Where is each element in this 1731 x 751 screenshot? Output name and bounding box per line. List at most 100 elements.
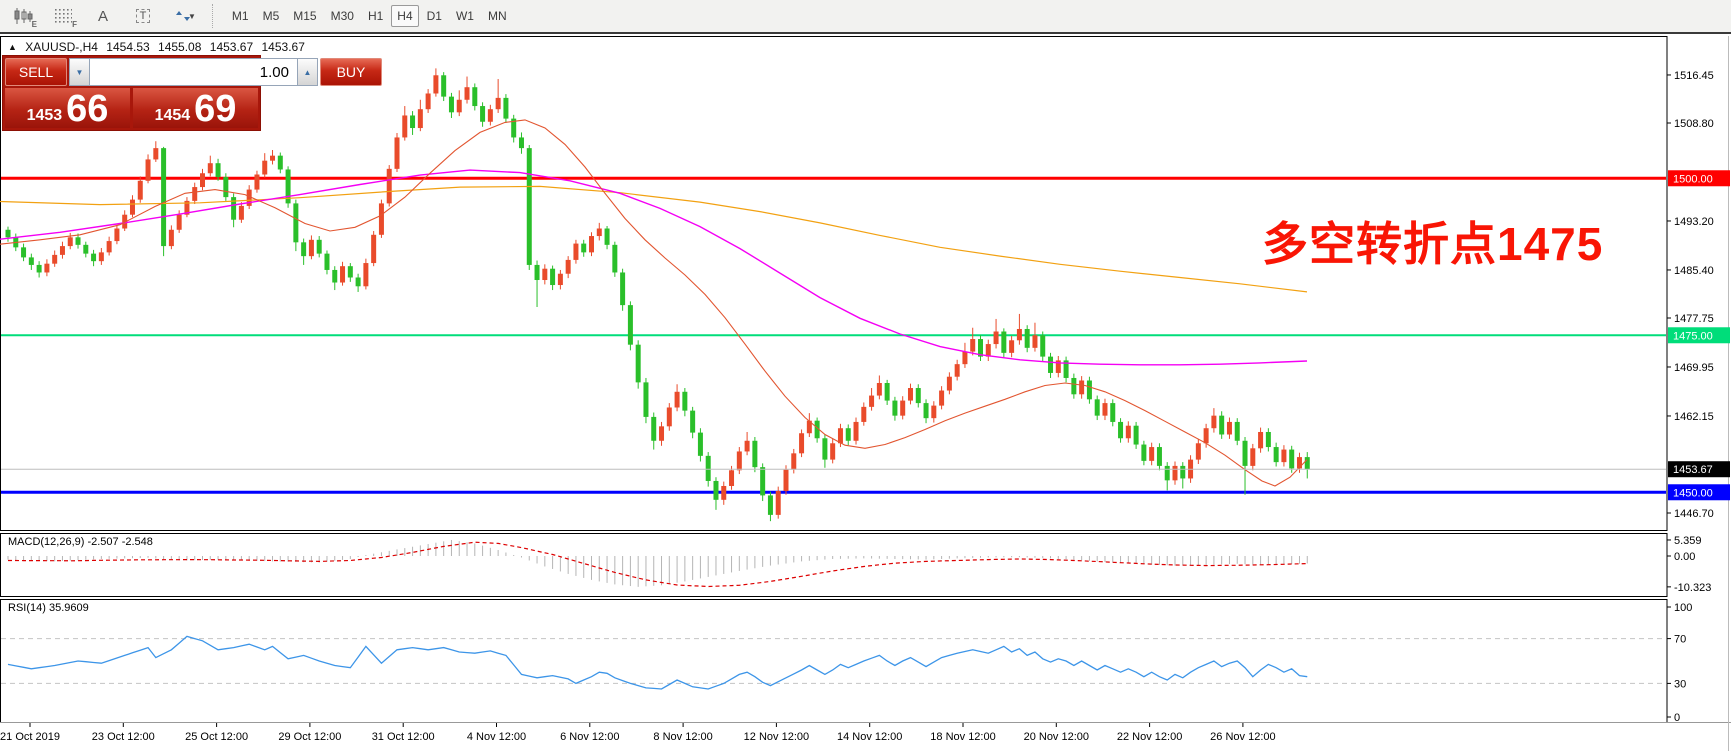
timeframe-button-w1[interactable]: W1 (450, 5, 480, 27)
candle (1180, 462, 1185, 488)
candle (815, 418, 820, 443)
font-icon[interactable]: A (90, 5, 116, 27)
chart-window[interactable]: 1500.001475.001450.001453.671516.451508.… (0, 36, 1731, 751)
candle (433, 68, 438, 96)
rsi-panel: 10070300 (1, 602, 1692, 724)
toolbar: EFAT ▼ M1M5M15M30H1H4D1W1MN (0, 0, 1731, 34)
one-click-trading-panel: SELL ▼ ▲ BUY 1453 66 1454 69 (2, 55, 261, 131)
candle (1219, 411, 1224, 439)
price-axis-label: 1477.75 (1674, 313, 1714, 325)
volume-stepper: ▼ ▲ (69, 58, 318, 86)
volume-input[interactable] (90, 58, 297, 86)
buy-button[interactable]: BUY (320, 58, 382, 86)
candle (978, 335, 983, 361)
candle (527, 145, 532, 270)
candle (908, 384, 913, 405)
bid-price-display[interactable]: 1453 66 (5, 88, 130, 128)
candle (379, 200, 384, 238)
candle (550, 266, 555, 290)
date-axis-label: 8 Nov 12:00 (653, 731, 712, 743)
ask-price-small: 1454 (155, 106, 191, 125)
candle (581, 240, 586, 257)
chart-canvas[interactable]: 1500.001475.001450.001453.671516.451508.… (0, 36, 1731, 751)
candle (340, 262, 345, 286)
symbol-label: XAUUSD-,H4 (25, 40, 98, 54)
charts-icon[interactable]: E (10, 5, 36, 27)
candle (278, 153, 283, 174)
candle (612, 242, 617, 277)
candle (768, 492, 773, 522)
high-value: 1455.08 (158, 40, 201, 54)
candle (146, 154, 151, 183)
candle (21, 244, 26, 262)
bid-price-big: 66 (66, 94, 108, 125)
candle (573, 240, 578, 264)
candle (387, 165, 392, 206)
candle (558, 270, 563, 289)
timeframe-buttons: M1M5M15M30H1H4D1W1MN (226, 5, 513, 27)
date-axis-label: 14 Nov 12:00 (837, 731, 902, 743)
candle (1274, 443, 1279, 467)
text-label-icon[interactable]: T (130, 5, 156, 27)
timeframe-button-d1[interactable]: D1 (421, 5, 448, 27)
candle (286, 166, 291, 207)
candle (29, 254, 34, 270)
candle (1071, 374, 1076, 399)
candle (122, 210, 127, 231)
price-axis-label: 1493.20 (1674, 216, 1714, 228)
timeframe-button-m30[interactable]: M30 (325, 5, 360, 27)
candle (410, 111, 415, 135)
candle (184, 197, 189, 217)
candle (91, 250, 96, 266)
mt4-window: EFAT ▼ M1M5M15M30H1H4D1W1MN 1500.001475.… (0, 0, 1731, 751)
timeframe-button-m1[interactable]: M1 (226, 5, 255, 27)
candle (153, 141, 158, 162)
date-axis-label: 22 Nov 12:00 (1117, 731, 1182, 743)
candle (1001, 328, 1006, 357)
rsi-axis-label: 70 (1674, 634, 1686, 646)
timeframe-button-mn[interactable]: MN (482, 5, 513, 27)
candle (449, 93, 454, 118)
candle (713, 477, 718, 510)
timeframe-button-m5[interactable]: M5 (257, 5, 286, 27)
timeframe-button-h1[interactable]: H1 (362, 5, 389, 27)
candle (1110, 399, 1115, 426)
candle (916, 384, 921, 407)
candle (807, 413, 812, 437)
candle (192, 183, 197, 204)
collapse-panel-icon[interactable]: ▲ (8, 42, 17, 52)
close-value: 1453.67 (262, 40, 305, 54)
candle (589, 232, 594, 256)
grid-icon[interactable]: F (50, 5, 76, 27)
icon-subscript: F (72, 20, 77, 29)
candle (418, 100, 423, 131)
rsi-indicator-label: RSI(14) 35.9609 (8, 602, 89, 614)
candle (643, 378, 648, 423)
candle (752, 437, 757, 472)
svg-text:1450.00: 1450.00 (1673, 487, 1713, 499)
open-value: 1454.53 (106, 40, 149, 54)
volume-increase-button[interactable]: ▲ (297, 58, 318, 86)
candle (332, 266, 337, 290)
arrange-icon[interactable] (170, 5, 196, 27)
toolbar-icons: E F AT (0, 5, 196, 27)
timeframe-button-h4[interactable]: H4 (391, 5, 418, 27)
candle (223, 173, 228, 201)
candle (138, 176, 143, 202)
candle (1157, 443, 1162, 470)
candle (348, 263, 353, 282)
candle (1025, 325, 1030, 352)
date-axis[interactable]: 21 Oct 201923 Oct 12:0025 Oct 12:0029 Oc… (0, 723, 1276, 743)
macd-axis-label: 0.00 (1674, 551, 1695, 563)
candle (1149, 443, 1154, 466)
svg-text:1453.67: 1453.67 (1673, 464, 1713, 476)
volume-decrease-button[interactable]: ▼ (69, 58, 90, 86)
candle (254, 171, 259, 193)
sell-button[interactable]: SELL (5, 58, 67, 86)
ask-price-display[interactable]: 1454 69 (133, 88, 258, 128)
candle (107, 237, 112, 256)
candle (60, 242, 65, 259)
candle (1040, 332, 1045, 362)
candle (488, 105, 493, 126)
timeframe-button-m15[interactable]: M15 (287, 5, 322, 27)
